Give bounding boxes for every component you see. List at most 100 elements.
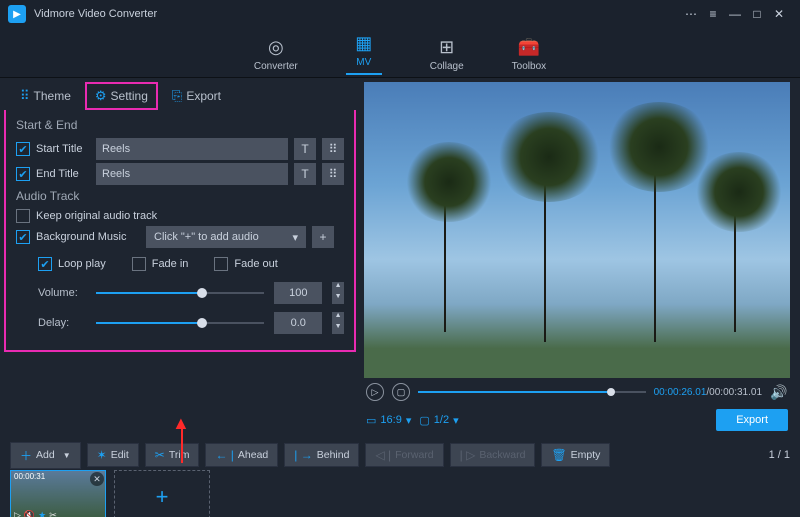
empty-label: Empty — [571, 449, 601, 461]
clip-duration: 00:00:31 — [14, 472, 45, 481]
toolbox-icon: 🧰 — [518, 37, 540, 58]
more-options-button[interactable]: ⠿ — [322, 138, 344, 160]
start-end-header: Start & End — [16, 118, 344, 132]
end-title-label: End Title — [36, 168, 90, 180]
trim-button[interactable]: ✂ Trim — [145, 443, 200, 467]
export-icon: ⎘ — [172, 88, 182, 104]
settings-box: Start & End ✔ Start Title T ⠿ ✔ End Titl… — [4, 110, 356, 352]
subtab-theme[interactable]: ⠿ Theme — [12, 84, 79, 108]
delay-label: Delay: — [38, 317, 86, 329]
delay-slider[interactable] — [96, 317, 265, 329]
bg-music-checkbox[interactable]: ✔ — [16, 230, 30, 244]
subtab-export[interactable]: ⎘ Export — [164, 84, 229, 108]
mv-icon: ▦ — [355, 33, 372, 54]
volume-value[interactable]: 100 — [274, 282, 322, 304]
ahead-label: Ahead — [238, 449, 268, 461]
volume-slider[interactable] — [96, 287, 265, 299]
collage-icon: ⊞ — [439, 37, 454, 58]
backward-label: Backward — [479, 449, 525, 461]
loop-play-checkbox[interactable]: ✔ — [38, 257, 52, 271]
trim-label: Trim — [169, 449, 190, 461]
stop-button[interactable]: ▢ — [392, 383, 410, 401]
clip-thumbnail[interactable]: 00:00:31 ✕ ▷ 🔇 ★ ✂ — [10, 470, 106, 517]
close-icon[interactable]: ✕ — [768, 4, 790, 24]
video-preview[interactable] — [364, 82, 790, 378]
title-bar: ▶ Vidmore Video Converter ⋯ ≡ — □ ✕ — [0, 0, 800, 28]
tab-toolbox[interactable]: 🧰 Toolbox — [506, 34, 552, 72]
start-title-checkbox[interactable]: ✔ — [16, 142, 30, 156]
minimize-icon[interactable]: — — [724, 4, 746, 24]
backward-button[interactable]: | ▷Backward — [450, 443, 536, 467]
aspect-ratio-dropdown[interactable]: ▭ 16:9 ▾ — [366, 414, 411, 427]
scissors-icon: ✂ — [155, 448, 165, 462]
remove-clip-button[interactable]: ✕ — [90, 472, 104, 486]
text-format-button[interactable]: T — [294, 138, 316, 160]
volume-icon[interactable]: 🔊 — [770, 383, 788, 401]
subtab-setting[interactable]: ⚙ Setting — [85, 82, 158, 110]
progress-bar[interactable] — [418, 386, 646, 398]
tab-collage[interactable]: ⊞ Collage — [424, 34, 470, 72]
start-title-label: Start Title — [36, 143, 90, 155]
mute-icon: 🔇 — [24, 510, 35, 517]
settings-panel: ⠿ Theme ⚙ Setting ⎘ Export Start & End ✔… — [0, 78, 362, 438]
bg-music-dropdown-label: Click "+" to add audio — [154, 231, 259, 243]
fade-in-label: Fade in — [152, 258, 189, 270]
chevron-right-icon: | ▷ — [460, 448, 476, 462]
add-audio-button[interactable]: + — [312, 226, 334, 248]
more-options-button-2[interactable]: ⠿ — [322, 163, 344, 185]
maximize-icon[interactable]: □ — [746, 4, 768, 24]
time-total: 00:00:31.01 — [709, 387, 762, 398]
zoom-dropdown[interactable]: ▢ 1/2 ▾ — [419, 414, 458, 427]
feedback-icon[interactable]: ⋯ — [680, 4, 702, 24]
chevron-down-icon: ▾ — [292, 231, 298, 244]
menu-icon[interactable]: ≡ — [702, 4, 724, 24]
text-format-button-2[interactable]: T — [294, 163, 316, 185]
play-button[interactable]: ▷ — [366, 383, 384, 401]
volume-stepper[interactable]: ▲▼ — [332, 282, 344, 304]
play-icon: ▷ — [14, 510, 21, 517]
trash-icon: 🗑 — [551, 448, 566, 462]
keep-original-checkbox[interactable]: ✔ — [16, 209, 30, 223]
app-logo-icon: ▶ — [8, 5, 26, 23]
bg-music-dropdown[interactable]: Click "+" to add audio ▾ — [146, 226, 306, 248]
fade-in-checkbox[interactable]: ✔ — [132, 257, 146, 271]
end-title-checkbox[interactable]: ✔ — [16, 167, 30, 181]
chevron-down-icon: ▾ — [406, 414, 412, 427]
zoom-label: 1/2 — [434, 414, 449, 426]
aspect-icon: ▭ — [366, 414, 376, 427]
delay-stepper[interactable]: ▲▼ — [332, 312, 344, 334]
behind-button[interactable]: | → Behind — [284, 443, 359, 467]
skip-end-icon: | → — [294, 448, 312, 462]
add-button[interactable]: ＋Add▼ — [10, 442, 81, 469]
player-controls: ▷ ▢ 00:00:26.01/00:00:31.01 🔊 — [364, 378, 790, 406]
forward-label: Forward — [395, 449, 434, 461]
end-title-input[interactable] — [96, 163, 288, 185]
start-title-input[interactable] — [96, 138, 288, 160]
chevron-left-icon: ◁ | — [375, 448, 391, 462]
zoom-icon: ▢ — [419, 414, 429, 427]
keep-original-label: Keep original audio track — [36, 210, 157, 222]
tab-mv[interactable]: ▦ MV — [340, 30, 388, 75]
empty-button[interactable]: 🗑 Empty — [541, 443, 610, 467]
add-clip-slot[interactable]: + — [114, 470, 210, 517]
fade-out-label: Fade out — [234, 258, 277, 270]
tab-converter[interactable]: ◎ Converter — [248, 34, 304, 72]
fade-out-checkbox[interactable]: ✔ — [214, 257, 228, 271]
audio-track-header: Audio Track — [16, 189, 344, 203]
annotation-arrow-line — [181, 427, 183, 463]
export-button[interactable]: Export — [716, 409, 788, 431]
clip-thumbnails: 00:00:31 ✕ ▷ 🔇 ★ ✂ + — [0, 468, 800, 517]
behind-label: Behind — [317, 449, 350, 461]
forward-button[interactable]: ◁ | Forward — [365, 443, 443, 467]
tab-toolbox-label: Toolbox — [512, 61, 546, 72]
converter-icon: ◎ — [268, 37, 284, 58]
app-title: Vidmore Video Converter — [34, 8, 157, 20]
edit-button[interactable]: ✶ Edit — [87, 443, 139, 467]
gear-icon: ⚙ — [95, 88, 107, 104]
edit-label: Edit — [111, 449, 129, 461]
skip-start-icon: ← | — [215, 448, 233, 462]
delay-value[interactable]: 0.0 — [274, 312, 322, 334]
ahead-button[interactable]: ← | Ahead — [205, 443, 278, 467]
wand-icon: ✶ — [97, 448, 107, 462]
preview-panel: ▷ ▢ 00:00:26.01/00:00:31.01 🔊 ▭ 16:9 ▾ ▢… — [362, 78, 800, 438]
